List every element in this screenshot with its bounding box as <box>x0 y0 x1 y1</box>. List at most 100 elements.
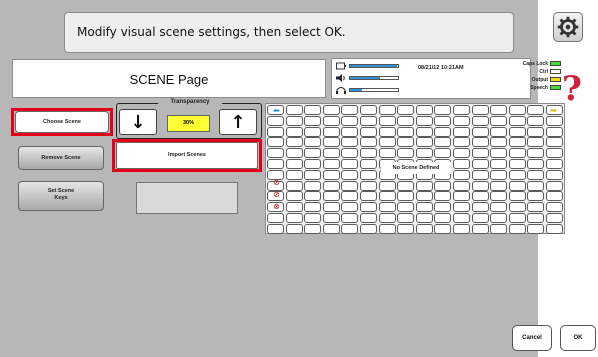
scene-grid-cell[interactable] <box>304 213 322 223</box>
scene-grid-cell[interactable] <box>546 159 563 169</box>
scene-grid-cell[interactable] <box>490 159 508 169</box>
scene-grid-cell[interactable] <box>546 180 563 191</box>
scene-grid-cell[interactable] <box>378 223 396 234</box>
scene-grid-cell[interactable] <box>341 159 359 169</box>
scene-grid-cell[interactable] <box>360 148 377 159</box>
scene-grid-cell[interactable] <box>341 148 359 159</box>
scene-grid-cell[interactable] <box>471 223 489 234</box>
scene-grid-cell[interactable] <box>267 213 284 223</box>
scene-grid-cell[interactable] <box>360 169 377 180</box>
scene-grid-cell[interactable] <box>508 223 526 234</box>
scene-grid-cell[interactable] <box>453 137 470 148</box>
scene-grid-cell[interactable] <box>527 105 545 115</box>
scene-grid-cell[interactable] <box>508 137 526 148</box>
remove-scene-button[interactable]: Remove Scene <box>18 146 104 170</box>
scene-grid-cell[interactable] <box>378 115 396 126</box>
scene-grid-cell[interactable] <box>434 223 452 234</box>
scene-grid-cell[interactable] <box>490 137 508 148</box>
scene-grid-cell[interactable] <box>527 180 545 191</box>
scene-grid-cell[interactable] <box>471 148 489 159</box>
scene-grid-cell[interactable] <box>453 159 470 169</box>
scene-grid-cell[interactable] <box>341 213 359 223</box>
scene-grid-cell[interactable] <box>267 148 284 159</box>
scene-grid-cell[interactable] <box>508 148 526 159</box>
scene-grid-cell[interactable] <box>453 191 470 202</box>
scene-grid-cell[interactable] <box>322 169 340 180</box>
transparency-up-button[interactable]: ↑ <box>219 109 257 135</box>
scene-grid-cell[interactable] <box>341 223 359 234</box>
scene-grid-cell[interactable] <box>285 159 303 169</box>
scene-grid-cell[interactable] <box>304 169 322 180</box>
arrow-right-icon[interactable]: ➡ <box>545 106 562 116</box>
scene-grid-cell[interactable] <box>415 148 433 159</box>
scene-grid-cell[interactable] <box>360 191 377 202</box>
set-scene-keys-button[interactable]: Set Scene Keys <box>18 181 104 211</box>
scene-grid-cell[interactable] <box>322 191 340 202</box>
scene-grid-cell[interactable] <box>508 213 526 223</box>
scene-grid-cell[interactable] <box>546 148 563 159</box>
scene-grid-cell[interactable] <box>341 180 359 191</box>
scene-grid-cell[interactable] <box>378 213 396 223</box>
scene-grid-cell[interactable] <box>434 126 452 137</box>
scene-grid-cell[interactable] <box>471 191 489 202</box>
scene-grid-cell[interactable] <box>397 180 415 191</box>
scene-grid-cell[interactable] <box>322 126 340 137</box>
scene-grid-cell[interactable] <box>508 159 526 169</box>
scene-grid-cell[interactable] <box>527 115 545 126</box>
scene-grid-cell[interactable] <box>546 202 563 213</box>
scene-grid-cell[interactable] <box>378 137 396 148</box>
scene-grid-cell[interactable] <box>527 159 545 169</box>
scene-grid-cell[interactable] <box>453 180 470 191</box>
scene-grid-cell[interactable] <box>490 191 508 202</box>
scene-grid-cell[interactable] <box>341 105 359 115</box>
scene-grid-cell[interactable] <box>415 105 433 115</box>
scene-grid-cell[interactable] <box>453 202 470 213</box>
scene-grid-cell[interactable] <box>304 202 322 213</box>
scene-grid-cell[interactable] <box>527 126 545 137</box>
scene-grid-cell[interactable] <box>397 137 415 148</box>
scene-grid-cell[interactable] <box>285 213 303 223</box>
scene-grid-cell[interactable] <box>322 137 340 148</box>
scene-grid-cell[interactable] <box>285 115 303 126</box>
scene-grid-cell[interactable] <box>434 202 452 213</box>
scene-grid-cell[interactable] <box>360 180 377 191</box>
scene-grid-cell[interactable] <box>341 169 359 180</box>
scene-grid-cell[interactable] <box>415 202 433 213</box>
scene-grid-cell[interactable] <box>546 126 563 137</box>
scene-grid-cell[interactable] <box>471 137 489 148</box>
scene-grid-cell[interactable] <box>527 169 545 180</box>
scene-grid-cell[interactable] <box>490 105 508 115</box>
scene-grid-cell[interactable] <box>508 169 526 180</box>
scene-grid-cell[interactable] <box>490 169 508 180</box>
scene-grid-cell[interactable] <box>471 213 489 223</box>
scene-grid-cell[interactable] <box>397 115 415 126</box>
scene-grid-cell[interactable] <box>322 159 340 169</box>
scene-grid-cell[interactable] <box>508 191 526 202</box>
scene-grid-cell[interactable] <box>471 126 489 137</box>
scene-grid-cell[interactable] <box>304 105 322 115</box>
scene-grid-cell[interactable] <box>508 202 526 213</box>
scene-grid-cell[interactable] <box>453 148 470 159</box>
scene-grid-cell[interactable] <box>322 115 340 126</box>
scene-grid-cell[interactable] <box>360 115 377 126</box>
scene-grid-cell[interactable] <box>508 126 526 137</box>
scene-grid-cell[interactable] <box>360 202 377 213</box>
scene-grid-cell[interactable] <box>360 105 377 115</box>
scene-grid-cell[interactable] <box>453 105 470 115</box>
scene-grid-cell[interactable] <box>490 223 508 234</box>
settings-button[interactable] <box>553 12 583 42</box>
scene-grid-cell[interactable] <box>341 137 359 148</box>
scene-grid-cell[interactable] <box>304 148 322 159</box>
scene-grid-cell[interactable] <box>527 223 545 234</box>
scene-grid-cell[interactable] <box>546 169 563 180</box>
scene-grid-cell[interactable] <box>285 126 303 137</box>
prohibited-icon-3[interactable]: ⊗ <box>268 202 285 212</box>
scene-grid-cell[interactable] <box>434 105 452 115</box>
scene-grid-cell[interactable] <box>415 191 433 202</box>
scene-grid-cell[interactable] <box>397 126 415 137</box>
scene-grid-cell[interactable] <box>360 137 377 148</box>
scene-grid-cell[interactable] <box>453 126 470 137</box>
scene-grid-cell[interactable] <box>546 137 563 148</box>
scene-grid-cell[interactable] <box>490 213 508 223</box>
scene-grid-cell[interactable] <box>546 223 563 234</box>
